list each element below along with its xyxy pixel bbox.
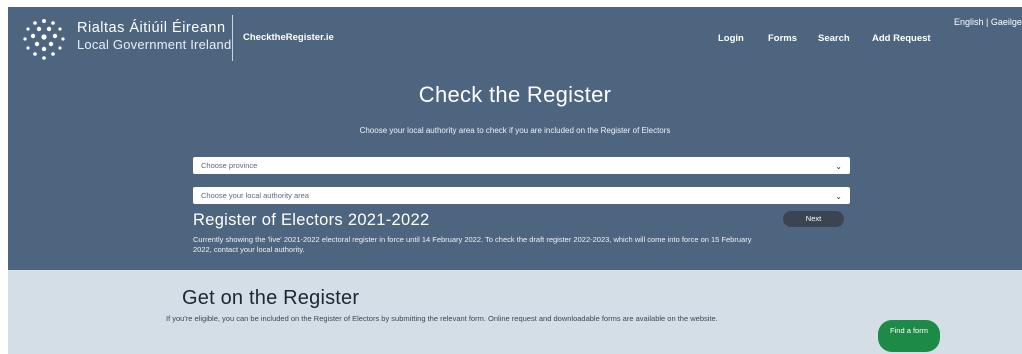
province-select[interactable]: Choose province ⌄ [193, 157, 850, 174]
language-english[interactable]: English [954, 17, 984, 27]
nav-search[interactable]: Search [818, 33, 850, 44]
language-separator: | [983, 17, 991, 27]
get-on-register-text: If you're eligible, you can be included … [166, 314, 718, 323]
page: Rialtas Áitiúil Éireann Local Government… [8, 7, 1022, 354]
register-note: Currently showing the 'live' 2021-2022 e… [193, 235, 752, 254]
language-irish[interactable]: Gaeilge [991, 17, 1022, 27]
get-on-register-section: Get on the Register If you're eligible, … [8, 270, 1022, 354]
find-a-form-button[interactable]: Find a form [878, 320, 940, 352]
chevron-down-icon: ⌄ [835, 162, 842, 171]
chevron-down-icon: ⌄ [835, 192, 842, 201]
authority-select[interactable]: Choose your local authority area ⌄ [193, 187, 850, 204]
page-subtitle: Choose your local authority area to chec… [359, 126, 671, 135]
site-name-link[interactable]: ChecktheRegister.ie [243, 32, 334, 43]
hero-section: Rialtas Áitiúil Éireann Local Government… [8, 7, 1022, 270]
province-select-value: Choose province [201, 161, 258, 170]
header-divider [232, 15, 233, 61]
language-switcher: English | Gaeilge [954, 17, 1022, 27]
gov-title: Rialtas Áitiúil Éireann [77, 20, 226, 36]
nav-login[interactable]: Login [718, 33, 744, 44]
get-on-register-title: Get on the Register [182, 287, 360, 309]
register-heading: Register of Electors 2021-2022 [193, 211, 430, 229]
authority-select-value: Choose your local authority area [201, 191, 309, 200]
next-button[interactable]: Next [783, 211, 844, 227]
nav-add-request[interactable]: Add Request [872, 33, 931, 44]
gov-subtitle: Local Government Ireland [77, 37, 232, 52]
nav-forms[interactable]: Forms [768, 33, 797, 44]
dotted-circle-logo-icon[interactable] [22, 17, 66, 61]
page-title: Check the Register [418, 82, 612, 107]
